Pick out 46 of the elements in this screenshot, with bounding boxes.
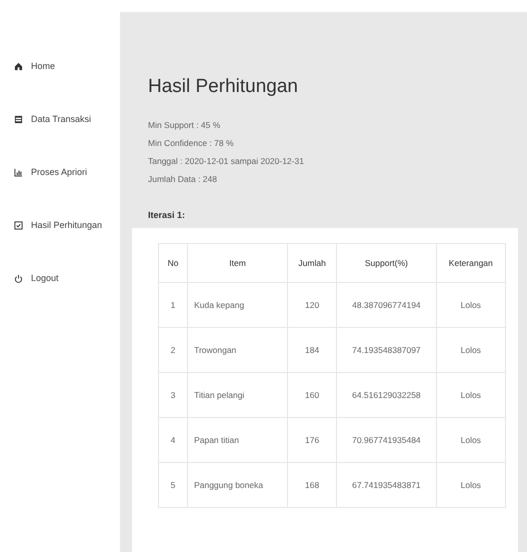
table-cell: 176 — [288, 418, 337, 462]
table-cell: 64.516129032258 — [336, 372, 436, 418]
column-header: No — [158, 244, 188, 282]
home-icon — [14, 62, 23, 70]
table-cell: 120 — [288, 282, 337, 328]
table-cell: 5 — [158, 462, 188, 508]
section-title: Iterasi 1: — [148, 210, 186, 220]
table-cell: 2 — [158, 328, 188, 372]
column-header: Jumlah — [288, 244, 337, 282]
bar-chart-icon — [14, 168, 23, 176]
table-cell: Lolos — [436, 282, 506, 328]
table-cell: 3 — [158, 372, 188, 418]
sidebar-item[interactable]: Hasil Perhitungan — [0, 215, 120, 235]
info-text: Tanggal : 2020-12-01 sampai 2020-12-31 — [148, 156, 305, 166]
info-text: Jumlah Data : 248 — [148, 174, 218, 184]
column-header: Keterangan — [436, 244, 506, 282]
sidebar-item[interactable]: Logout — [0, 268, 120, 288]
checkbox-icon — [14, 220, 23, 230]
table-cell: 48.387096774194 — [336, 282, 436, 328]
info-text: Min Confidence : 78 % — [148, 138, 235, 148]
table-cell: Lolos — [436, 328, 506, 372]
table-cell: Kuda kepang — [188, 282, 288, 328]
table-cell: 160 — [288, 372, 337, 418]
table-cell: 67.741935483871 — [336, 462, 436, 508]
sidebar-item[interactable]: Data Transaksi — [0, 109, 120, 129]
table-cell: 74.193548387097 — [336, 328, 436, 372]
table-cell: 1 — [158, 282, 188, 328]
table-cell: 4 — [158, 418, 188, 462]
table-cell: Titian pelangi — [188, 372, 288, 418]
column-header: Item — [188, 244, 288, 282]
table-cell: Lolos — [436, 418, 506, 462]
table-cell: Lolos — [436, 372, 506, 418]
table-cell: 184 — [288, 328, 337, 372]
table-cell: 168 — [288, 462, 337, 508]
column-header: Support(%) — [336, 244, 436, 282]
table-cell: Trowongan — [188, 328, 288, 372]
table-icon — [14, 114, 23, 124]
table-cell: Papan titian — [188, 418, 288, 462]
info-text: Min Support : 45 % — [148, 120, 222, 130]
sidebar-item[interactable]: Proses Apriori — [0, 162, 120, 182]
table-cell: 70.967741935484 — [336, 418, 436, 462]
table-cell: Lolos — [436, 462, 506, 508]
table-cell: Panggung boneka — [188, 462, 288, 508]
page-title: Hasil Perhitungan — [148, 76, 299, 98]
sidebar-item[interactable]: Home — [0, 56, 120, 76]
power-icon — [14, 274, 23, 282]
